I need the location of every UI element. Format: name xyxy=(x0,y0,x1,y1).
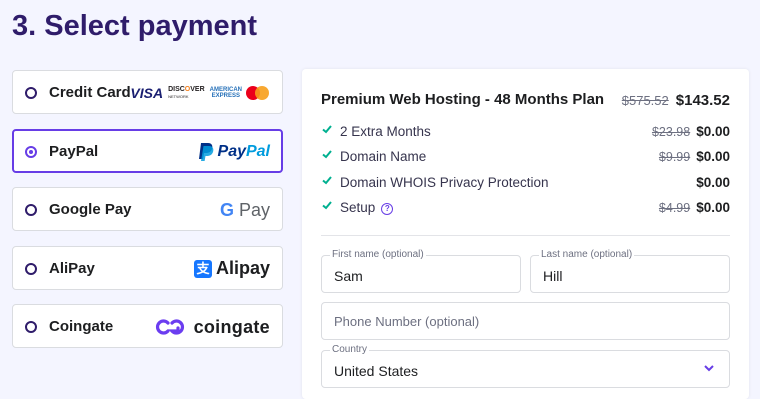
payment-method-paypal[interactable]: PayPal PayPal xyxy=(12,128,283,173)
payment-method-label: Google Pay xyxy=(49,201,132,218)
plan-price: $575.52 $143.52 xyxy=(622,92,730,109)
plan-name: Premium Web Hosting - 48 Months Plan xyxy=(321,91,605,108)
summary-line-item: 2 Extra Months $23.98 $0.00 xyxy=(321,122,730,142)
country-select[interactable]: Country United States xyxy=(321,344,730,388)
radio-alipay[interactable] xyxy=(25,262,37,275)
check-icon xyxy=(322,125,332,134)
first-name-field[interactable]: First name (optional) Sam xyxy=(321,249,521,293)
payment-method-google-pay[interactable]: Google Pay G Pay xyxy=(12,187,283,231)
mastercard-logo-icon xyxy=(246,86,270,100)
payment-method-coingate[interactable]: Coingate coingate xyxy=(12,304,283,348)
plan-old-price: $575.52 xyxy=(621,93,669,108)
payment-methods-list: Credit Card VISA DISCOVER NETWORK AMERICA… xyxy=(12,70,283,363)
summary-line-item: Setup? $4.99 $0.00 xyxy=(321,198,730,218)
payment-method-label: PayPal xyxy=(49,142,99,160)
check-icon xyxy=(322,201,332,210)
help-icon[interactable]: ? xyxy=(381,203,394,215)
radio-google-pay[interactable] xyxy=(25,204,37,216)
radio-credit-card[interactable] xyxy=(25,87,37,99)
visa-logo-icon: VISA xyxy=(130,85,164,101)
check-icon xyxy=(322,176,332,185)
payment-method-label: AliPay xyxy=(49,259,95,277)
payment-method-label: Coingate xyxy=(49,318,114,335)
radio-coingate[interactable] xyxy=(25,321,37,333)
payment-method-alipay[interactable]: AliPay 支 Alipay xyxy=(12,245,283,290)
plan-current-price: $143.52 xyxy=(675,92,730,109)
last-name-field[interactable]: Last name (optional) Hill xyxy=(530,249,730,293)
paypal-logo-icon: PayPal xyxy=(197,140,270,164)
paypal-mark-icon xyxy=(198,142,213,161)
page-title: 3. Select payment xyxy=(12,10,257,42)
card-logos: VISA DISCOVER NETWORK AMERICAN EXPRESS xyxy=(130,81,270,105)
google-pay-logo-icon: G Pay xyxy=(219,199,270,220)
order-summary-panel: Premium Web Hosting - 48 Months Plan $57… xyxy=(302,69,749,399)
amex-logo-icon: AMERICAN EXPRESS xyxy=(209,87,242,99)
divider xyxy=(321,235,730,236)
radio-paypal[interactable] xyxy=(25,145,37,158)
coingate-logo-icon: coingate xyxy=(154,315,270,339)
check-icon xyxy=(322,150,332,159)
payment-method-label: Credit Card xyxy=(49,84,131,101)
discover-logo-icon: DISCOVER NETWORK xyxy=(168,86,205,99)
phone-number-field[interactable]: Phone Number (optional) xyxy=(321,302,730,340)
summary-line-item: Domain Name $9.99 $0.00 xyxy=(321,147,730,167)
summary-line-item: Domain WHOIS Privacy Protection $0.00 xyxy=(321,173,730,193)
chevron-down-icon[interactable] xyxy=(703,363,715,373)
payment-method-credit-card[interactable]: Credit Card VISA DISCOVER NETWORK AMERICA… xyxy=(12,70,283,114)
alipay-logo-icon: 支 Alipay xyxy=(193,257,270,281)
coingate-mark-icon xyxy=(155,319,184,335)
